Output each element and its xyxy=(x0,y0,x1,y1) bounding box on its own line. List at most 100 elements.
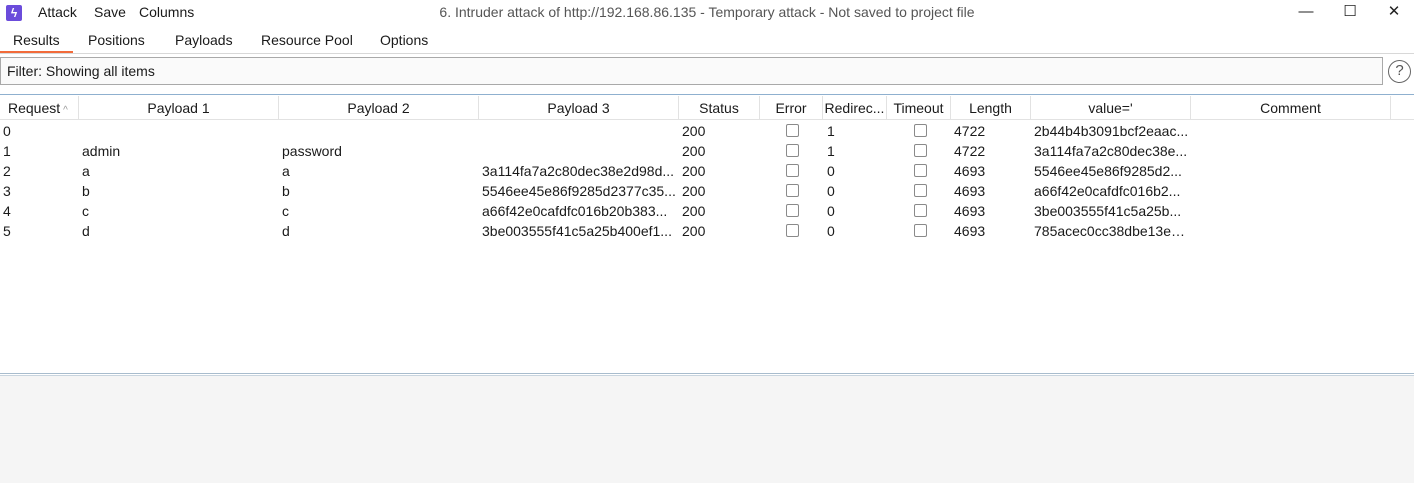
results-table-header: Request ^ Payload 1 Payload 2 Payload 3 S… xyxy=(0,96,1414,120)
split-divider[interactable] xyxy=(0,373,1414,374)
window-title: 6. Intruder attack of http://192.168.86.… xyxy=(439,4,975,20)
table-row[interactable]: 2 a a 3a114fa7a2c80dec38e2d98d... 200 0 4693 55… xyxy=(0,161,1414,181)
cell-request: 0 xyxy=(3,123,11,139)
request-response-pane xyxy=(0,376,1414,483)
cell-status: 200 xyxy=(682,163,706,179)
cell-length: 4693 xyxy=(954,163,986,179)
column-header-comment[interactable]: Comment xyxy=(1191,96,1391,120)
table-row[interactable]: 5 d d 3be003555f41c5a25b400ef1... 200 0 4693 78… xyxy=(0,221,1414,241)
cell-payload-2: a xyxy=(282,163,290,179)
tab-options[interactable]: Options xyxy=(380,32,428,48)
close-button[interactable]: ✕ xyxy=(1372,0,1414,26)
timeout-checkbox xyxy=(914,224,927,237)
error-checkbox xyxy=(786,124,799,137)
cell-payload-1: b xyxy=(82,183,90,199)
cell-value: 3a114fa7a2c80dec38e... xyxy=(1034,143,1188,159)
tab-payloads[interactable]: Payloads xyxy=(175,32,233,48)
cell-payload-1 xyxy=(82,121,277,141)
cell-payload-2 xyxy=(282,121,477,141)
minimize-button[interactable]: — xyxy=(1284,0,1328,26)
cell-value: 785acec0cc38dbe13e0... xyxy=(1034,223,1189,239)
cell-payload-2: c xyxy=(282,203,289,219)
cell-value: 5546ee45e86f9285d2... xyxy=(1034,163,1182,179)
column-header-length[interactable]: Length xyxy=(951,96,1031,120)
cell-status: 200 xyxy=(682,183,706,199)
table-row[interactable]: 0 200 1 4722 2b44b4b3091bcf2eaac... xyxy=(0,121,1414,141)
column-header-redirects[interactable]: Redirec... xyxy=(823,96,887,120)
timeout-checkbox xyxy=(914,204,927,217)
cell-payload-3: a66f42e0cafdfc016b20b383... xyxy=(482,203,668,219)
cell-request: 4 xyxy=(3,203,11,219)
timeout-checkbox xyxy=(914,124,927,137)
maximize-button[interactable]: ☐ xyxy=(1328,0,1372,26)
cell-comment xyxy=(1194,121,1389,141)
column-header-payload-3[interactable]: Payload 3 xyxy=(479,96,679,120)
column-header-value[interactable]: value=' xyxy=(1031,96,1191,120)
column-header-timeout[interactable]: Timeout xyxy=(887,96,951,120)
cell-redirects: 0 xyxy=(827,203,835,219)
cell-payload-1: c xyxy=(82,203,89,219)
cell-redirects: 1 xyxy=(827,123,835,139)
column-header-payload-1[interactable]: Payload 1 xyxy=(79,96,279,120)
cell-length: 4693 xyxy=(954,203,986,219)
column-header-status[interactable]: Status xyxy=(679,96,760,120)
error-checkbox xyxy=(786,164,799,177)
cell-payload-3 xyxy=(482,121,677,141)
cell-payload-3 xyxy=(482,141,677,161)
cell-payload-3: 3be003555f41c5a25b400ef1... xyxy=(482,223,672,239)
cell-payload-2: b xyxy=(282,183,290,199)
error-checkbox xyxy=(786,144,799,157)
timeout-checkbox xyxy=(914,184,927,197)
tab-bar: Results Positions Payloads Resource Pool… xyxy=(0,26,1414,54)
cell-request: 1 xyxy=(3,143,11,159)
cell-status: 200 xyxy=(682,223,706,239)
error-checkbox xyxy=(786,224,799,237)
menu-attack[interactable]: Attack xyxy=(38,4,77,20)
cell-request: 3 xyxy=(3,183,11,199)
cell-length: 4693 xyxy=(954,183,986,199)
cell-payload-1: admin xyxy=(82,143,121,159)
table-row[interactable]: 1 admin password 200 1 4722 3a114fa7a2c80dec38… xyxy=(0,141,1414,161)
active-tab-indicator xyxy=(0,51,73,53)
cell-payload-3: 3a114fa7a2c80dec38e2d98d... xyxy=(482,163,675,179)
cell-length: 4722 xyxy=(954,123,986,139)
cell-comment xyxy=(1194,181,1389,201)
cell-redirects: 0 xyxy=(827,183,835,199)
cell-value: 2b44b4b3091bcf2eaac... xyxy=(1034,123,1189,139)
tab-results[interactable]: Results xyxy=(13,32,60,48)
column-header-request[interactable]: Request ^ xyxy=(0,96,79,120)
cell-request: 2 xyxy=(3,163,11,179)
cell-comment xyxy=(1194,221,1389,241)
cell-status: 200 xyxy=(682,203,706,219)
column-header-payload-2[interactable]: Payload 2 xyxy=(279,96,479,120)
cell-request: 5 xyxy=(3,223,11,239)
timeout-checkbox xyxy=(914,144,927,157)
cell-status: 200 xyxy=(682,123,706,139)
lightning-bolt-icon: ϟ xyxy=(6,5,22,21)
menu-columns[interactable]: Columns xyxy=(139,4,194,20)
cell-comment xyxy=(1194,141,1389,161)
table-row[interactable]: 4 c c a66f42e0cafdfc016b20b383... 200 0 4693 3b… xyxy=(0,201,1414,221)
cell-comment xyxy=(1194,201,1389,221)
help-icon[interactable]: ? xyxy=(1388,60,1411,83)
cell-redirects: 0 xyxy=(827,163,835,179)
sort-ascending-icon: ^ xyxy=(63,105,68,116)
title-bar: ϟ Attack Save Columns 6. Intruder attack… xyxy=(0,0,1414,26)
table-row[interactable]: 3 b b 5546ee45e86f9285d2377c35... 200 0 4693 a6… xyxy=(0,181,1414,201)
column-header-error[interactable]: Error xyxy=(760,96,823,120)
error-checkbox xyxy=(786,184,799,197)
filter-bar[interactable]: Filter: Showing all items xyxy=(0,57,1383,85)
tab-positions[interactable]: Positions xyxy=(88,32,145,48)
cell-payload-1: a xyxy=(82,163,90,179)
cell-redirects: 1 xyxy=(827,143,835,159)
cell-redirects: 0 xyxy=(827,223,835,239)
menu-save[interactable]: Save xyxy=(94,4,126,20)
cell-payload-2: password xyxy=(282,143,342,159)
cell-payload-3: 5546ee45e86f9285d2377c35... xyxy=(482,183,676,199)
divider xyxy=(0,94,1414,95)
cell-status: 200 xyxy=(682,143,706,159)
timeout-checkbox xyxy=(914,164,927,177)
tab-resource-pool[interactable]: Resource Pool xyxy=(261,32,353,48)
cell-length: 4693 xyxy=(954,223,986,239)
cell-value: 3be003555f41c5a25b... xyxy=(1034,203,1182,219)
